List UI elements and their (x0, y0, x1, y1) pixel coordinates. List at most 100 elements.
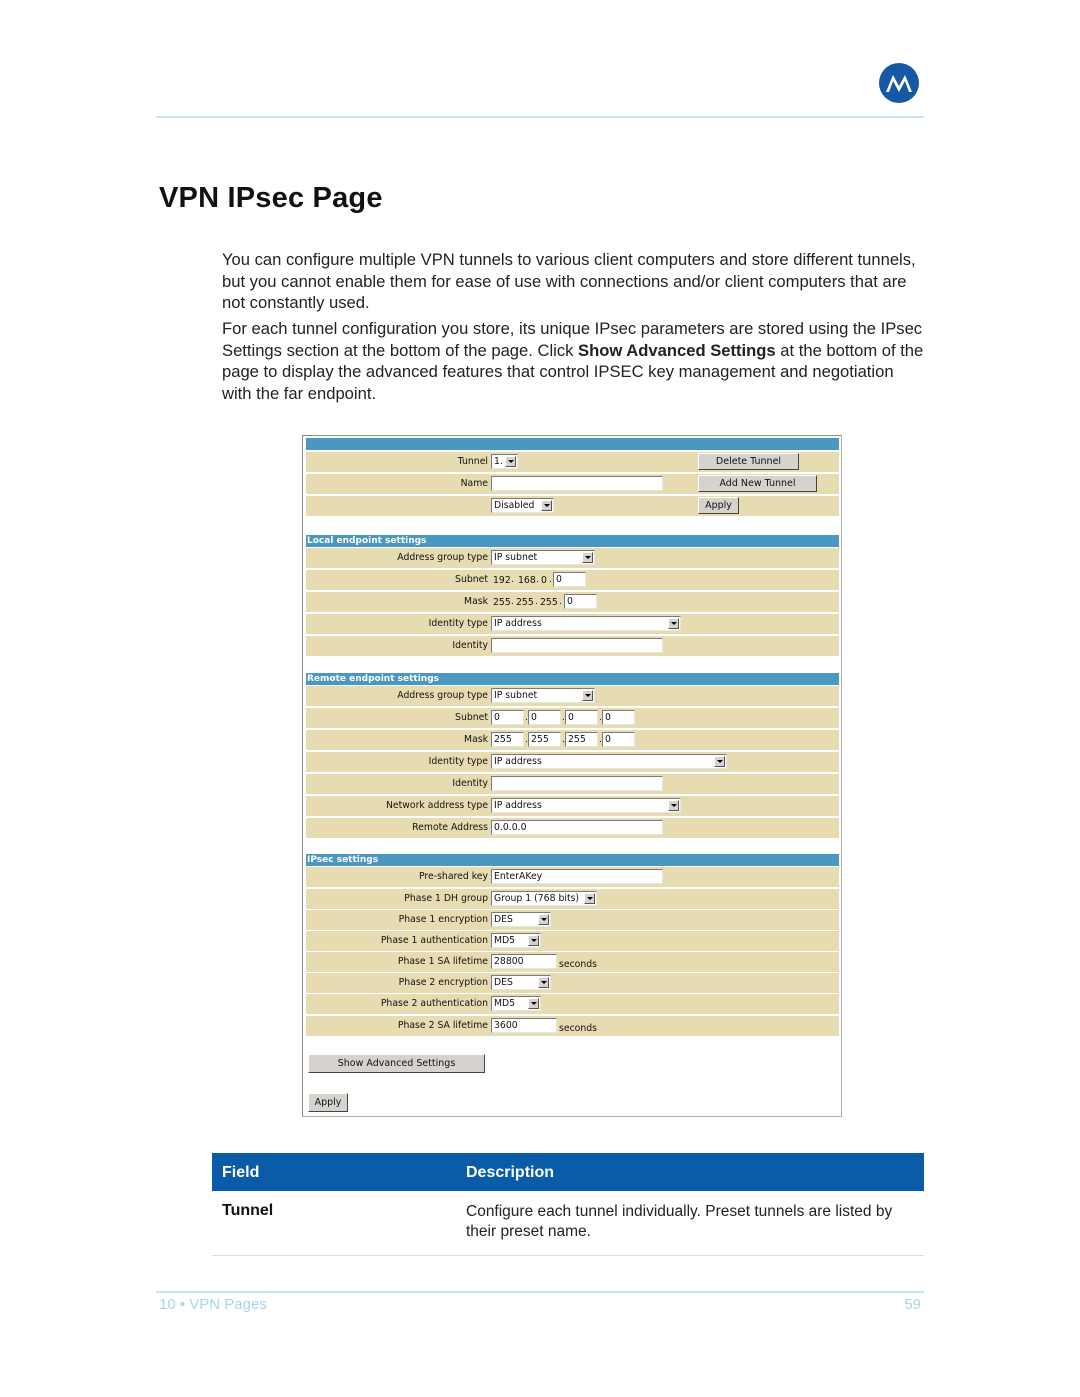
apply-top-button[interactable]: Apply (698, 497, 739, 514)
field-table-header: Field Description (212, 1153, 924, 1191)
intro-bold-text: Show Advanced Settings (578, 340, 776, 360)
phase1-sa-lifetime-input[interactable]: 28800 (491, 954, 557, 969)
description-column-header: Description (466, 1164, 555, 1181)
phase2-encryption-row: Phase 2 encryption DES (306, 973, 839, 993)
remote-address-label: Remote Address (412, 822, 488, 833)
phase2-sa-lifetime-input[interactable]: 3600 (491, 1018, 557, 1033)
chevron-down-icon (584, 893, 595, 904)
network-address-type-select[interactable]: IP address (491, 798, 681, 813)
remote-identity-type-label: Identity type (428, 756, 488, 767)
phase1-sa-lifetime-row: Phase 1 SA lifetime 28800 seconds (306, 952, 839, 972)
phase1-authentication-value: MD5 (494, 935, 516, 946)
phase1-encryption-select[interactable]: DES (491, 912, 551, 927)
local-subnet-last-octet-input[interactable]: 0 (553, 572, 586, 587)
tunnel-label: Tunnel (457, 456, 488, 467)
local-mask-last-octet-input[interactable]: 0 (564, 594, 597, 609)
remote-identity-row: Identity (306, 774, 839, 794)
local-subnet-row: Subnet 192 . 168 . 0 . 0 (306, 570, 839, 590)
phase2-encryption-select[interactable]: DES (491, 975, 551, 990)
phase2-authentication-value: MD5 (494, 998, 516, 1009)
tunnel-select[interactable]: 1. (491, 454, 518, 469)
local-mask-octet-2: 255 (516, 597, 534, 608)
phase1-dh-group-row: Phase 1 DH group Group 1 (768 bits) (306, 889, 839, 909)
local-identity-type-select[interactable]: IP address (491, 616, 681, 631)
phase1-authentication-row: Phase 1 authentication MD5 (306, 931, 839, 951)
local-mask-label: Mask (464, 596, 488, 607)
remote-subnet-octet-4-input[interactable]: 0 (602, 710, 635, 725)
phase2-authentication-select[interactable]: MD5 (491, 996, 541, 1011)
phase1-dh-group-value: Group 1 (768 bits) (494, 893, 580, 904)
local-subnet-octet-3: 0 (541, 575, 547, 586)
pre-shared-key-label: Pre-shared key (418, 871, 488, 882)
page-title: VPN IPsec Page (159, 182, 383, 214)
local-identity-type-label: Identity type (428, 618, 488, 629)
top-section-header (306, 438, 839, 450)
show-advanced-settings-button[interactable]: Show Advanced Settings (308, 1054, 485, 1073)
chevron-down-icon (528, 935, 539, 946)
remote-address-group-row: Address group type IP subnet (306, 686, 839, 706)
local-identity-row: Identity (306, 636, 839, 656)
table-row-divider (212, 1255, 924, 1256)
phase1-authentication-label: Phase 1 authentication (380, 935, 488, 946)
network-address-type-label: Network address type (385, 800, 488, 811)
local-mask-row: Mask 255 . 255 . 255 . 0 (306, 592, 839, 612)
remote-mask-octet-3-input[interactable]: 255 (565, 732, 598, 747)
network-address-type-value: IP address (494, 800, 542, 811)
apply-bottom-button[interactable]: Apply (308, 1093, 348, 1112)
status-row: Disabled Apply (306, 496, 839, 516)
phase1-encryption-label: Phase 1 encryption (398, 914, 488, 925)
remote-address-group-value: IP subnet (494, 690, 538, 701)
vpn-ipsec-screenshot: Tunnel 1. Delete Tunnel Name Add New Tun… (302, 435, 842, 1117)
local-address-group-select[interactable]: IP subnet (491, 550, 595, 565)
dot-separator: . (536, 575, 539, 585)
add-new-tunnel-button[interactable]: Add New Tunnel (698, 475, 817, 492)
remote-mask-octet-1-input[interactable]: 255 (491, 732, 524, 747)
network-address-type-row: Network address type IP address (306, 796, 839, 816)
name-label: Name (460, 478, 488, 489)
remote-subnet-octet-1-input[interactable]: 0 (491, 710, 524, 725)
remote-subnet-octet-3-input[interactable]: 0 (565, 710, 598, 725)
status-select[interactable]: Disabled (491, 498, 554, 513)
header-rule (156, 116, 924, 118)
pre-shared-key-row: Pre-shared key EnterAKey (306, 867, 839, 887)
remote-identity-label: Identity (452, 778, 488, 789)
remote-mask-octet-2-input[interactable]: 255 (528, 732, 561, 747)
local-address-group-value: IP subnet (494, 552, 538, 563)
local-address-group-row: Address group type IP subnet (306, 548, 839, 568)
tunnel-value: 1. (494, 456, 503, 467)
local-identity-type-value: IP address (494, 618, 542, 629)
remote-address-row: Remote Address 0.0.0.0 (306, 818, 839, 838)
delete-tunnel-button[interactable]: Delete Tunnel (698, 453, 799, 470)
name-input[interactable] (491, 476, 663, 491)
remote-mask-octet-4-input[interactable]: 0 (602, 732, 635, 747)
local-mask-octet-3: 255 (540, 597, 558, 608)
remote-identity-type-row: Identity type IP address (306, 752, 839, 772)
intro-paragraph-1: You can configure multiple VPN tunnels t… (222, 250, 916, 312)
chevron-down-icon (668, 800, 679, 811)
phase1-authentication-select[interactable]: MD5 (491, 933, 541, 948)
remote-address-group-select[interactable]: IP subnet (491, 688, 595, 703)
remote-subnet-octet-2-input[interactable]: 0 (528, 710, 561, 725)
remote-address-input[interactable]: 0.0.0.0 (491, 820, 663, 835)
remote-address-group-label: Address group type (397, 690, 488, 701)
local-identity-type-row: Identity type IP address (306, 614, 839, 634)
phase1-sa-lifetime-label: Phase 1 SA lifetime (397, 956, 488, 967)
chevron-down-icon (538, 977, 549, 988)
chevron-down-icon (541, 500, 552, 511)
remote-identity-input[interactable] (491, 776, 663, 791)
chevron-down-icon (505, 456, 516, 467)
phase2-sa-lifetime-label: Phase 2 SA lifetime (397, 1020, 488, 1031)
local-identity-input[interactable] (491, 638, 663, 653)
remote-mask-row: Mask 255 . 255 . 255 . 0 (306, 730, 839, 750)
remote-identity-type-value: IP address (494, 756, 542, 767)
remote-identity-type-select[interactable]: IP address (491, 754, 727, 769)
pre-shared-key-input[interactable]: EnterAKey (491, 869, 663, 884)
field-column-header: Field (222, 1164, 260, 1181)
phase2-encryption-label: Phase 2 encryption (398, 977, 488, 988)
local-subnet-octet-2: 168 (518, 575, 536, 586)
footer-rule (156, 1291, 924, 1293)
phase1-dh-group-select[interactable]: Group 1 (768 bits) (491, 891, 597, 906)
motorola-logo-icon (879, 63, 919, 103)
chevron-down-icon (714, 756, 725, 767)
field-cell: Tunnel (222, 1202, 274, 1219)
